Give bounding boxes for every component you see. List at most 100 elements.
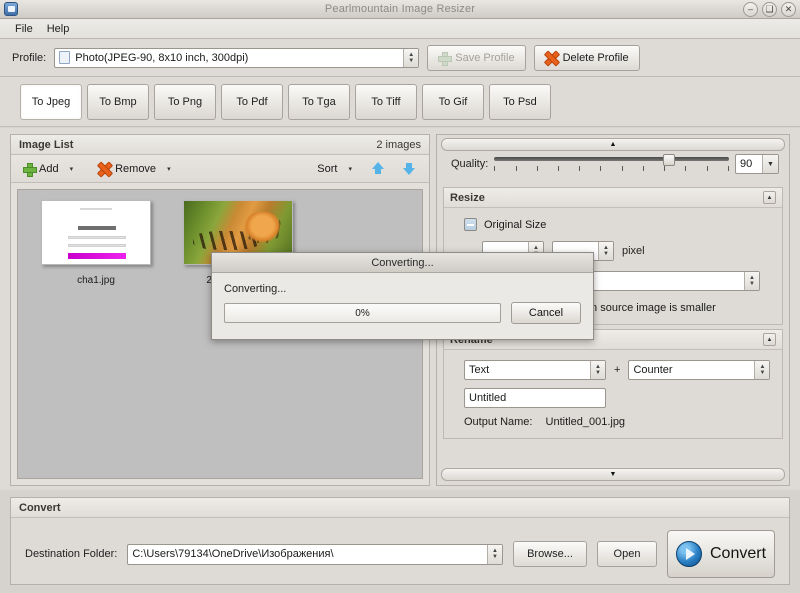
tab-to-psd[interactable]: To Psd: [489, 83, 551, 120]
close-icon[interactable]: ✕: [781, 2, 796, 17]
progress-bar: 0%: [224, 303, 501, 323]
delete-profile-button[interactable]: Delete Profile: [533, 44, 640, 71]
destination-folder-label: Destination Folder:: [25, 548, 118, 560]
profile-label: Profile:: [12, 51, 47, 64]
profile-value: Photo(JPEG-90, 8x10 inch, 300dpi): [75, 51, 249, 64]
quality-value: 90: [740, 158, 753, 170]
browse-button[interactable]: Browse...: [513, 541, 587, 567]
profile-select[interactable]: Photo(JPEG-90, 8x10 inch, 300dpi) ▲ ▼: [54, 47, 420, 68]
tab-to-png[interactable]: To Png: [154, 83, 216, 120]
tab-to-tiff[interactable]: To Tiff: [355, 83, 417, 120]
rename-part2-spinner-icon[interactable]: ▲ ▼: [754, 361, 770, 379]
destination-folder-value: C:\Users\79134\OneDrive\Изображения\: [132, 548, 334, 560]
image-list-toolbar: Add ▾ Remove ▾ Sort ▾: [11, 155, 429, 183]
thumbnail-image: [41, 200, 151, 265]
x-cross-icon: [98, 162, 111, 175]
tab-to-jpeg[interactable]: To Jpeg: [20, 83, 82, 120]
radio-icon: [464, 218, 477, 231]
quality-input[interactable]: 90 ▼: [735, 154, 779, 174]
rename-section-body: Text ▲ ▼ + Counter ▲ ▼ Untitled Output Nam…: [444, 350, 782, 438]
profile-bar: Profile: Photo(JPEG-90, 8x10 inch, 300dp…: [0, 39, 800, 77]
remove-button[interactable]: Remove: [94, 160, 160, 177]
sort-button[interactable]: Sort: [313, 161, 341, 177]
x-cross-icon: [545, 51, 558, 64]
menu-item-help[interactable]: Help: [40, 21, 77, 37]
title-bar: Pearlmountain Image Resizer – ❑ ✕: [0, 0, 800, 19]
collapse-icon[interactable]: ▲: [763, 191, 776, 204]
document-icon: [59, 51, 71, 64]
settings-scroll-down[interactable]: ▼: [441, 468, 785, 481]
quality-row: Quality: 90 ▼: [437, 151, 789, 183]
dialog-status-text: Converting...: [224, 283, 287, 295]
add-button[interactable]: Add: [19, 161, 63, 177]
tab-to-pdf[interactable]: To Pdf: [221, 83, 283, 120]
play-icon: [675, 541, 702, 567]
sort-dropdown-caret-icon[interactable]: ▾: [345, 165, 355, 173]
list-item[interactable]: cha1.jpg: [36, 200, 156, 286]
save-profile-button[interactable]: Save Profile: [427, 44, 526, 71]
tab-to-gif[interactable]: To Gif: [422, 83, 484, 120]
chevron-down-icon[interactable]: ▼: [762, 155, 778, 173]
image-list-title: Image List: [19, 138, 74, 151]
move-down-icon[interactable]: [402, 161, 417, 176]
profile-spinner-icon[interactable]: ▲ ▼: [403, 48, 419, 67]
rename-plus-label: +: [614, 364, 621, 376]
converting-dialog: Converting... Converting... 0% Cancel: [211, 252, 594, 340]
rename-part2-value: Counter: [633, 364, 673, 376]
quality-label: Quality:: [451, 158, 489, 170]
image-count: 2 images: [376, 138, 421, 151]
thumbnail-filename: cha1.jpg: [77, 275, 115, 286]
progress-text: 0%: [355, 307, 370, 319]
dialog-title: Converting...: [212, 253, 593, 273]
menu-bar: File Help: [0, 19, 800, 39]
remove-label: Remove: [115, 162, 157, 175]
maximize-icon[interactable]: ❑: [762, 2, 777, 17]
dialog-actions: 0% Cancel: [224, 302, 581, 324]
convert-button[interactable]: Convert: [667, 530, 775, 578]
window-controls: – ❑ ✕: [743, 2, 796, 17]
height-spinner-icon[interactable]: ▲ ▼: [598, 242, 613, 260]
original-size-label: Original Size: [484, 218, 547, 231]
minimize-icon[interactable]: –: [743, 2, 758, 17]
plus-icon: [23, 162, 37, 177]
quality-slider[interactable]: [494, 153, 729, 175]
rename-part2-select[interactable]: Counter ▲ ▼: [628, 360, 771, 380]
convert-header: Convert: [11, 498, 789, 518]
unit-label: pixel: [622, 245, 645, 257]
destination-folder-input[interactable]: C:\Users\79134\OneDrive\Изображения\ ▲ ▼: [127, 543, 503, 565]
original-size-option[interactable]: Original Size: [464, 218, 772, 231]
quality-slider-handle[interactable]: [663, 154, 676, 166]
rename-text-row: Untitled: [464, 388, 772, 408]
rename-part1-spinner-icon[interactable]: ▲ ▼: [590, 361, 605, 379]
settings-scroll-up[interactable]: ▲: [441, 138, 785, 151]
convert-panel: Convert Destination Folder: C:\Users\791…: [10, 497, 790, 585]
browse-label: Browse...: [527, 548, 573, 560]
resize-title: Resize: [450, 191, 485, 204]
rename-pattern-row: Text ▲ ▼ + Counter ▲ ▼: [464, 360, 772, 380]
sort-label: Sort: [317, 162, 338, 175]
rename-part1-value: Text: [469, 364, 490, 376]
add-dropdown-caret-icon[interactable]: ▾: [67, 165, 77, 173]
rename-text-value: Untitled: [469, 392, 507, 404]
rename-section: Rename ▲ Text ▲▼ + Counter ▲▼: [443, 329, 783, 439]
window-title: Pearlmountain Image Resizer: [324, 3, 476, 15]
collapse-icon[interactable]: ▲: [763, 333, 776, 346]
resize-mode-spinner-icon[interactable]: ▲ ▼: [744, 272, 759, 290]
rename-text-input[interactable]: Untitled: [464, 388, 606, 408]
image-list-header: Image List 2 images: [11, 135, 429, 155]
rename-part1-select[interactable]: Text ▲ ▼: [464, 360, 606, 380]
remove-dropdown-caret-icon[interactable]: ▾: [164, 165, 174, 173]
destination-spinner-icon[interactable]: ▲ ▼: [487, 544, 502, 564]
delete-profile-label: Delete Profile: [562, 51, 629, 64]
open-button[interactable]: Open: [597, 541, 657, 567]
move-up-icon[interactable]: [371, 161, 386, 176]
tab-to-bmp[interactable]: To Bmp: [87, 83, 149, 120]
tab-to-tga[interactable]: To Tga: [288, 83, 350, 120]
output-name-row: Output Name: Untitled_001.jpg: [464, 416, 772, 428]
convert-title: Convert: [19, 501, 61, 514]
add-label: Add: [39, 162, 59, 175]
menu-item-file[interactable]: File: [8, 21, 40, 37]
cancel-button[interactable]: Cancel: [511, 302, 581, 324]
dialog-body: Converting... 0% Cancel: [212, 273, 593, 334]
plus-icon: [438, 51, 453, 66]
